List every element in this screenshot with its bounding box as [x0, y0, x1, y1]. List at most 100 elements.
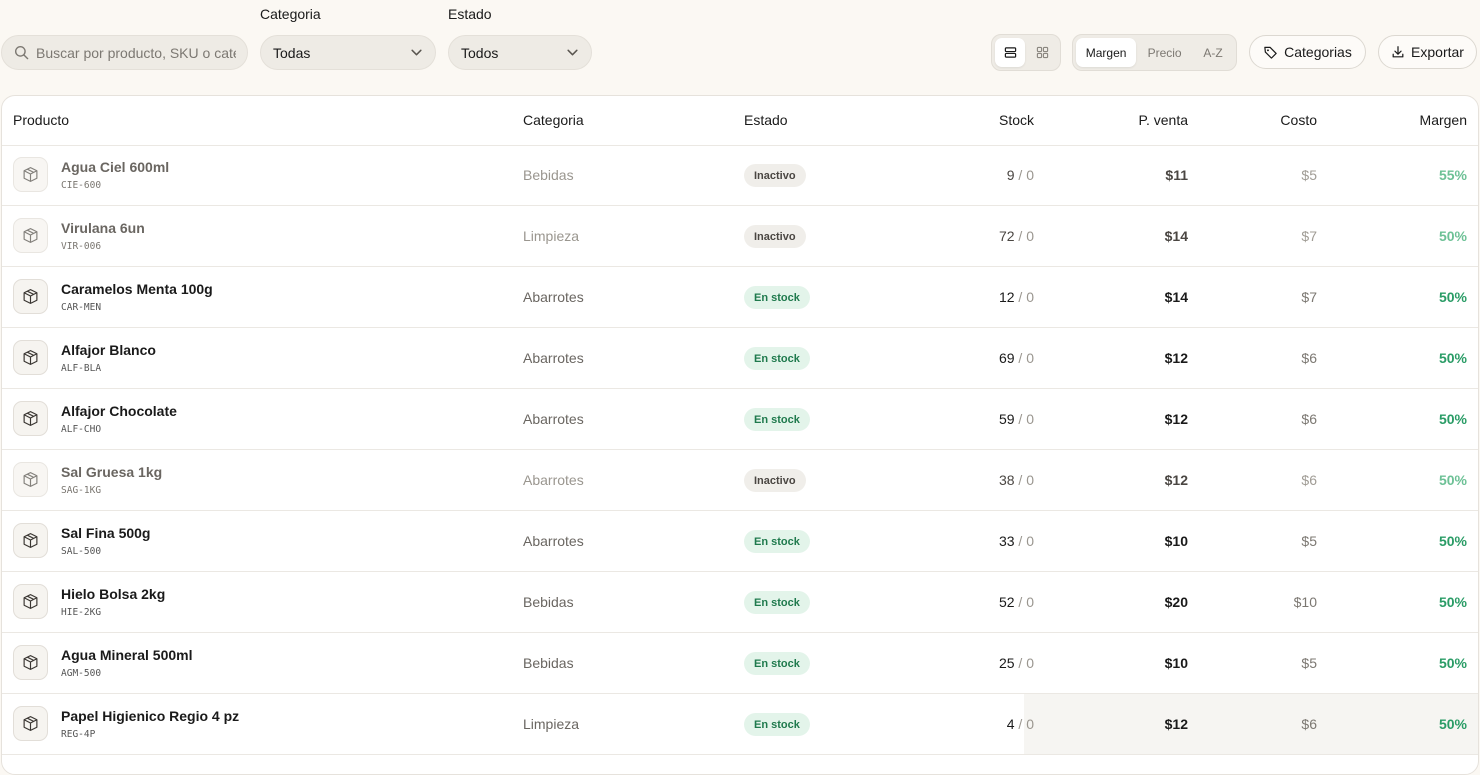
status-badge: Inactivo	[744, 469, 806, 492]
product-stock: 59 / 0	[999, 411, 1034, 427]
status-badge: En stock	[744, 347, 810, 370]
product-sku: HIE-2KG	[61, 607, 102, 618]
sort-price-button[interactable]: Precio	[1138, 38, 1191, 67]
product-category: Abarrotes	[523, 289, 584, 305]
sort-az-button[interactable]: A-Z	[1193, 38, 1233, 67]
product-cost: $7	[1301, 228, 1317, 244]
header-category[interactable]: Categoria	[523, 112, 584, 128]
product-price: $12	[1164, 472, 1188, 488]
product-thumbnail	[13, 462, 48, 497]
stock-minimum: / 0	[1018, 594, 1034, 610]
package-icon	[23, 533, 38, 548]
product-name: Agua Mineral 500ml	[61, 647, 193, 663]
stock-minimum: / 0	[1018, 716, 1034, 732]
header-product[interactable]: Producto	[13, 112, 69, 128]
table-row[interactable]: Agua Mineral 500ml AGM-500 Bebidas En st…	[2, 633, 1478, 694]
product-cost: $5	[1301, 533, 1317, 549]
product-category: Abarrotes	[523, 472, 584, 488]
package-icon	[23, 167, 38, 182]
product-category: Abarrotes	[523, 411, 584, 427]
product-cost: $6	[1301, 350, 1317, 366]
sort-margin-button[interactable]: Margen	[1076, 38, 1137, 67]
tag-icon	[1264, 46, 1277, 59]
table-row[interactable]: Alfajor Chocolate ALF-CHO Abarrotes En s…	[2, 389, 1478, 450]
product-thumbnail	[13, 218, 48, 253]
table-row[interactable]: Virulana 6un VIR-006 Limpieza Inactivo 7…	[2, 206, 1478, 267]
product-price: $12	[1164, 411, 1188, 427]
product-price: $10	[1164, 533, 1188, 549]
package-icon	[23, 716, 38, 731]
status-badge: En stock	[744, 286, 810, 309]
product-margin: 50%	[1438, 533, 1467, 549]
product-sku: CIE-600	[61, 180, 102, 191]
status-select[interactable]: Todos	[448, 35, 592, 70]
package-icon	[23, 472, 38, 487]
package-icon	[23, 655, 38, 670]
product-category: Abarrotes	[523, 533, 584, 549]
header-stock[interactable]: Stock	[999, 112, 1034, 128]
list-view-button[interactable]	[995, 38, 1025, 67]
product-cost: $6	[1301, 411, 1317, 427]
product-margin: 50%	[1438, 350, 1467, 366]
category-select[interactable]: Todas	[260, 35, 436, 70]
product-thumbnail	[13, 401, 48, 436]
product-thumbnail	[13, 340, 48, 375]
product-stock: 69 / 0	[999, 350, 1034, 366]
status-badge: En stock	[744, 530, 810, 553]
product-cost: $7	[1301, 289, 1317, 305]
product-cost: $6	[1301, 472, 1317, 488]
category-filter-label: Categoria	[260, 6, 321, 22]
product-price: $12	[1164, 716, 1188, 732]
view-toggle	[991, 34, 1061, 71]
table-row[interactable]: Alfajor Blanco ALF-BLA Abarrotes En stoc…	[2, 328, 1478, 389]
table-row[interactable]: Caramelos Menta 100g CAR-MEN Abarrotes E…	[2, 267, 1478, 328]
header-margin[interactable]: Margen	[1420, 112, 1467, 128]
stock-minimum: / 0	[1018, 350, 1034, 366]
product-sku: REG-4P	[61, 729, 96, 740]
product-stock: 33 / 0	[999, 533, 1034, 549]
product-margin: 50%	[1438, 228, 1467, 244]
categories-button-label: Categorias	[1284, 44, 1352, 60]
stock-minimum: / 0	[1018, 167, 1034, 183]
export-button[interactable]: Exportar	[1378, 35, 1477, 69]
stock-quantity: 59	[998, 411, 1015, 427]
list-view-icon	[1004, 47, 1016, 58]
product-margin: 50%	[1438, 289, 1467, 305]
table-row[interactable]: Papel Higienico Regio 4 pz REG-4P Limpie…	[2, 694, 1478, 755]
product-sku: ALF-BLA	[61, 363, 102, 374]
table-row[interactable]: Hielo Bolsa 2kg HIE-2KG Bebidas En stock…	[2, 572, 1478, 633]
stock-minimum: / 0	[1018, 411, 1034, 427]
product-category: Limpieza	[523, 716, 580, 732]
product-thumbnail	[13, 523, 48, 558]
table-row[interactable]: Sal Fina 500g SAL-500 Abarrotes En stock…	[2, 511, 1478, 572]
product-stock: 12 / 0	[999, 289, 1034, 305]
product-sku: ALF-CHO	[61, 424, 102, 435]
table-row[interactable]: Sal Gruesa 1kg SAG-1KG Abarrotes Inactiv…	[2, 450, 1478, 511]
download-icon	[1392, 46, 1404, 58]
product-margin: 50%	[1438, 472, 1467, 488]
product-category: Limpieza	[523, 228, 580, 244]
header-price[interactable]: P. venta	[1138, 112, 1188, 128]
grid-view-button[interactable]	[1027, 38, 1057, 67]
product-thumbnail	[13, 706, 48, 741]
product-name: Alfajor Blanco	[61, 342, 156, 358]
product-thumbnail	[13, 645, 48, 680]
product-margin: 50%	[1438, 411, 1467, 427]
product-price: $14	[1164, 228, 1188, 244]
categories-button[interactable]: Categorias	[1249, 35, 1366, 69]
product-margin: 50%	[1438, 716, 1467, 732]
stock-minimum: / 0	[1018, 533, 1034, 549]
product-cost: $6	[1301, 716, 1317, 732]
status-badge: En stock	[744, 408, 810, 431]
status-filter-label: Estado	[448, 6, 492, 22]
header-cost[interactable]: Costo	[1280, 112, 1317, 128]
table-row[interactable]: Agua Ciel 600ml CIE-600 Bebidas Inactivo…	[2, 145, 1478, 206]
package-icon	[23, 228, 38, 243]
package-icon	[23, 289, 38, 304]
product-name: Hielo Bolsa 2kg	[61, 586, 166, 602]
search-input[interactable]	[36, 44, 236, 61]
status-badge: En stock	[744, 713, 810, 736]
search-box[interactable]	[1, 35, 248, 70]
header-status[interactable]: Estado	[744, 112, 788, 128]
product-stock: 38 / 0	[999, 472, 1034, 488]
